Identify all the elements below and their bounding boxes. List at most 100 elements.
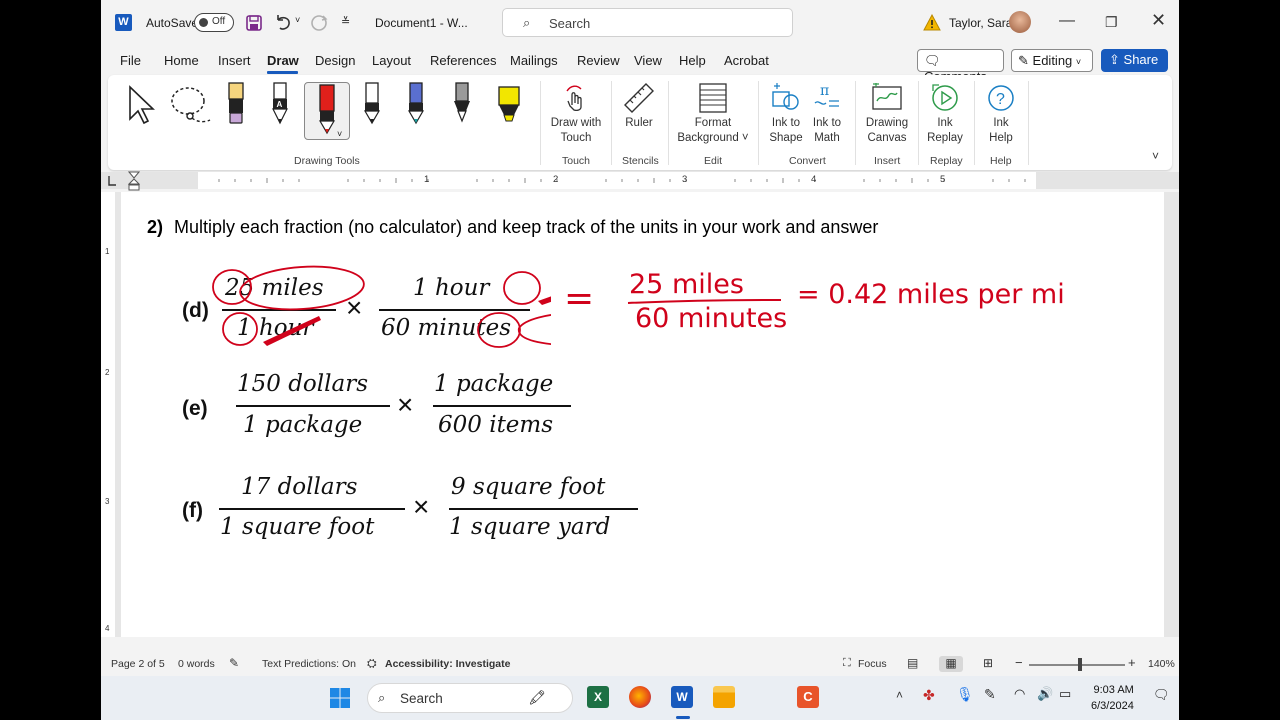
search-input[interactable]: ⌕ Search [502, 8, 793, 37]
comments-button[interactable]: 🗨 Comments [917, 49, 1004, 84]
read-mode-icon[interactable]: ▤ [907, 656, 918, 670]
microphone-icon[interactable]: 🎙 [956, 686, 974, 703]
zoom-out-icon[interactable]: − [1015, 655, 1023, 670]
horizontal-ruler[interactable]: 1 2 3 4 5 6 [198, 172, 1069, 189]
undo-dropdown-icon[interactable]: ˅ [295, 15, 300, 25]
ink-replay-button[interactable]: Ink Replay [924, 116, 966, 146]
save-icon[interactable] [245, 14, 263, 32]
ink-replay-line1: Ink [937, 117, 953, 129]
pen-menu-icon[interactable]: ✎ [984, 686, 996, 703]
notifications-icon[interactable]: 🗨 [1153, 687, 1170, 703]
ink-to-shape-button[interactable]: Ink to Shape [762, 116, 810, 146]
ink-replay-icon[interactable] [930, 82, 960, 114]
pen-black-icon[interactable] [358, 81, 386, 127]
ink-help-icon[interactable]: ? [986, 82, 1016, 114]
ruler-number: 1 [424, 174, 430, 185]
ruler-icon[interactable] [622, 81, 656, 115]
tab-draw[interactable]: Draw [267, 53, 299, 68]
file-explorer-icon[interactable] [713, 686, 735, 708]
ink-help-button[interactable]: Ink Help [980, 116, 1022, 146]
text-predictions-status[interactable]: Text Predictions: On [262, 658, 356, 670]
highlighter-yellow-icon[interactable] [494, 81, 524, 127]
page-count[interactable]: Page 2 of 5 [111, 658, 165, 670]
indent-marker-icon[interactable] [128, 171, 140, 191]
zoom-slider-thumb[interactable] [1078, 658, 1082, 671]
touch-hand-icon[interactable] [563, 83, 587, 111]
fraction-numerator: 17 dollars [241, 474, 358, 500]
close-icon[interactable]: ✕ [1151, 10, 1166, 31]
word-count[interactable]: 0 words [178, 658, 215, 670]
focus-icon[interactable]: ⛶ [843, 657, 851, 670]
screen-recorder-app-icon[interactable]: C [797, 686, 819, 708]
zoom-in-icon[interactable]: + [1128, 655, 1136, 670]
firefox-app-icon[interactable] [629, 686, 651, 708]
tray-app-icon[interactable]: ✤ [923, 687, 935, 704]
pen-black-pencil-icon[interactable]: A [266, 81, 294, 127]
redo-icon[interactable] [309, 13, 329, 33]
tab-selector-icon[interactable] [107, 175, 117, 187]
tab-home[interactable]: Home [164, 53, 199, 68]
format-background-icon[interactable] [698, 82, 728, 114]
vertical-ruler[interactable]: 1 2 3 4 [101, 192, 115, 637]
taskbar-search[interactable]: ⌕ Search 🖍 [367, 683, 573, 713]
battery-icon[interactable]: ▭ [1059, 686, 1071, 702]
show-hidden-icons-chevron-icon[interactable]: ˄ [896, 688, 903, 702]
wifi-icon[interactable]: ◠ [1014, 686, 1025, 702]
editing-mode-button[interactable]: ✎ Editing ˅ [1011, 49, 1093, 72]
draw-with-touch-button[interactable]: Draw with Touch [544, 116, 608, 146]
volume-icon[interactable]: 🔊 [1037, 686, 1053, 702]
pen-purple-highlighter-icon[interactable] [222, 81, 250, 127]
tab-design[interactable]: Design [315, 53, 355, 68]
share-button[interactable]: ⇪ Share ˅ [1101, 49, 1168, 82]
user-name[interactable]: Taylor, Sara [949, 16, 1012, 30]
pen-gray-marker-icon[interactable] [448, 81, 476, 127]
pen-red-selected-button[interactable]: ˅ [304, 82, 350, 140]
print-layout-icon[interactable]: ▦ [939, 656, 963, 672]
tab-layout[interactable]: Layout [372, 53, 411, 68]
minimize-icon[interactable]: — [1059, 12, 1075, 30]
tab-references[interactable]: References [430, 53, 496, 68]
pen-teal-galaxy-icon[interactable] [402, 81, 430, 127]
toggle-knob [199, 18, 208, 27]
accessibility-icon[interactable]: ⛭ [367, 656, 377, 671]
tab-review[interactable]: Review [577, 53, 620, 68]
undo-icon[interactable] [273, 13, 293, 33]
drawing-canvas-icon[interactable] [871, 83, 903, 113]
tab-mailings[interactable]: Mailings [510, 53, 558, 68]
tab-insert[interactable]: Insert [218, 53, 251, 68]
autosave-toggle[interactable]: Off [194, 13, 234, 32]
system-clock[interactable]: 9:03 AM 6/3/2024 [1091, 682, 1134, 714]
restore-icon[interactable]: ❐ [1105, 14, 1118, 31]
focus-label[interactable]: Focus [858, 658, 887, 670]
ink-circle [518, 314, 551, 345]
excel-app-icon[interactable]: X [587, 686, 609, 708]
fraction-bar [219, 508, 405, 510]
tab-view[interactable]: View [634, 53, 662, 68]
word-app-icon[interactable]: W [671, 686, 693, 708]
select-arrow-tool-icon[interactable] [126, 85, 156, 125]
group-label-edit: Edit [704, 155, 723, 167]
customize-toolbar-icon[interactable]: ≚ [341, 15, 350, 28]
windows-start-icon[interactable] [329, 687, 351, 709]
ink-to-math-icon[interactable]: π [812, 81, 842, 115]
ruler-button[interactable]: Ruler [616, 116, 662, 131]
accessibility-status[interactable]: Accessibility: Investigate [385, 658, 510, 670]
zoom-slider[interactable] [1029, 664, 1125, 666]
ink-to-shape-icon[interactable] [770, 82, 800, 114]
web-layout-icon[interactable]: ⊞ [983, 656, 993, 670]
tab-file[interactable]: File [120, 53, 141, 68]
lasso-select-icon[interactable] [168, 85, 212, 125]
proofing-icon[interactable]: ✎ [229, 656, 239, 670]
ink-to-math-line2: Math [814, 132, 840, 144]
ink-to-math-button[interactable]: Ink to Math [804, 116, 850, 146]
zoom-level[interactable]: 140% [1148, 658, 1175, 670]
format-background-button[interactable]: Format Background ˅ [672, 116, 754, 146]
avatar[interactable] [1009, 11, 1031, 33]
drawing-canvas-button[interactable]: Drawing Canvas [860, 116, 914, 146]
tab-acrobat[interactable]: Acrobat [724, 53, 769, 68]
ink-annotations[interactable] [211, 258, 551, 354]
tab-help[interactable]: Help [679, 53, 706, 68]
word-window: W AutoSave Off ˅ ≚ Document1 - W... ⌕ Se… [101, 0, 1179, 720]
ribbon-collapse-chevron-icon[interactable]: ˅ [1152, 149, 1159, 163]
warning-icon[interactable] [923, 14, 941, 31]
